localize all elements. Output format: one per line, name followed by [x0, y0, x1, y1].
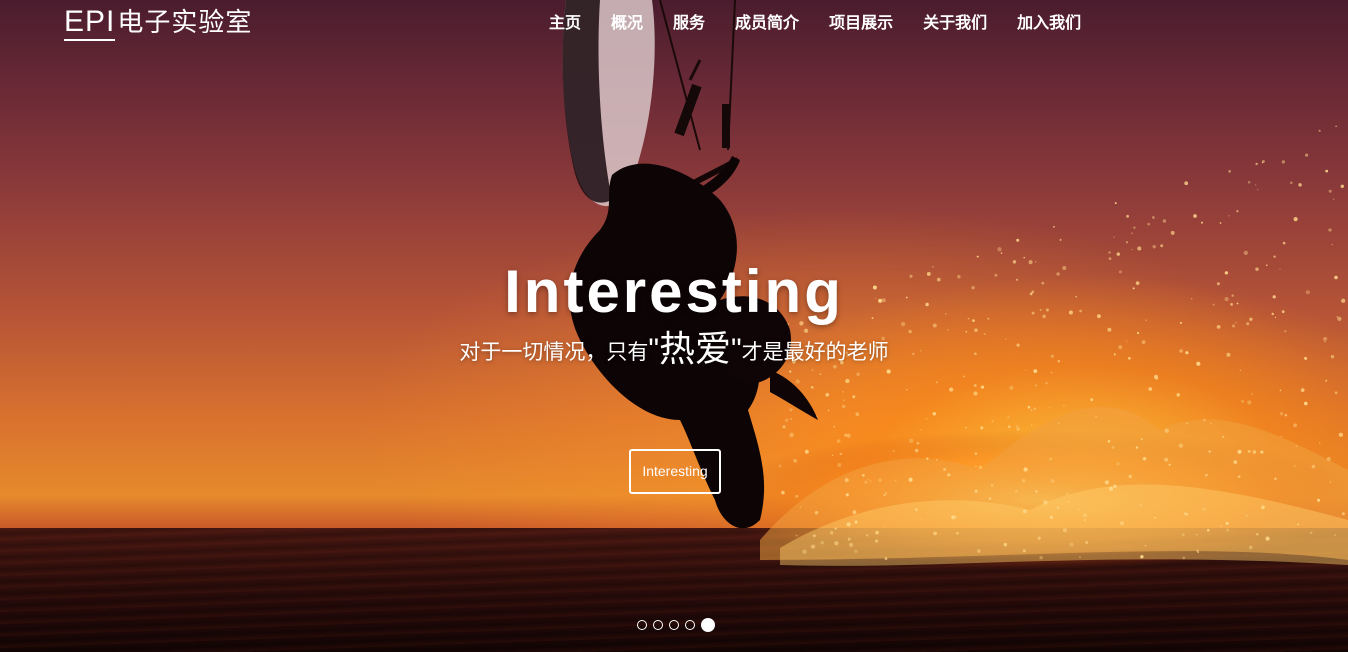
- carousel-indicators: [637, 618, 721, 632]
- sea-background: [0, 528, 1348, 652]
- nav-item-home[interactable]: 主页: [534, 0, 596, 46]
- nav-item-projects[interactable]: 项目展示: [814, 0, 908, 46]
- main-nav: 主页 概况 服务 成员简介 项目展示 关于我们 加入我们: [534, 0, 1096, 46]
- nav-item-about[interactable]: 关于我们: [908, 0, 1002, 46]
- subtitle-before: 对于一切情况，只有: [459, 340, 649, 364]
- logo-text: 电子实验室: [117, 8, 253, 38]
- carousel-dot-icon[interactable]: [701, 618, 715, 632]
- logo-mark: EPI: [64, 5, 116, 41]
- quote-open: ": [648, 333, 659, 366]
- nav-item-join[interactable]: 加入我们: [1002, 0, 1096, 46]
- nav-item-services[interactable]: 服务: [658, 0, 720, 46]
- carousel-dot-icon[interactable]: [669, 620, 679, 630]
- hero-cta-button[interactable]: Interesting: [629, 449, 721, 494]
- quote-close: ": [731, 333, 742, 366]
- nav-item-members[interactable]: 成员简介: [720, 0, 814, 46]
- subtitle-highlight: 热爱: [658, 329, 731, 370]
- carousel-dot-icon[interactable]: [653, 620, 663, 630]
- hero-subtitle: 对于一切情况，只有"热爱"才是最好的老师: [0, 326, 1348, 376]
- carousel-dot-icon[interactable]: [685, 620, 695, 630]
- carousel-dot-icon[interactable]: [637, 620, 647, 630]
- top-navbar: EPI 电子实验室 主页 概况 服务 成员简介 项目展示 关于我们 加入我们: [0, 0, 1348, 46]
- hero-banner: EPI 电子实验室 主页 概况 服务 成员简介 项目展示 关于我们 加入我们 I…: [0, 0, 1348, 652]
- site-logo[interactable]: EPI 电子实验室: [64, 5, 253, 41]
- hero-title: Interesting: [504, 258, 844, 325]
- subtitle-after: 才是最好的老师: [741, 340, 889, 364]
- nav-item-overview[interactable]: 概况: [596, 0, 658, 46]
